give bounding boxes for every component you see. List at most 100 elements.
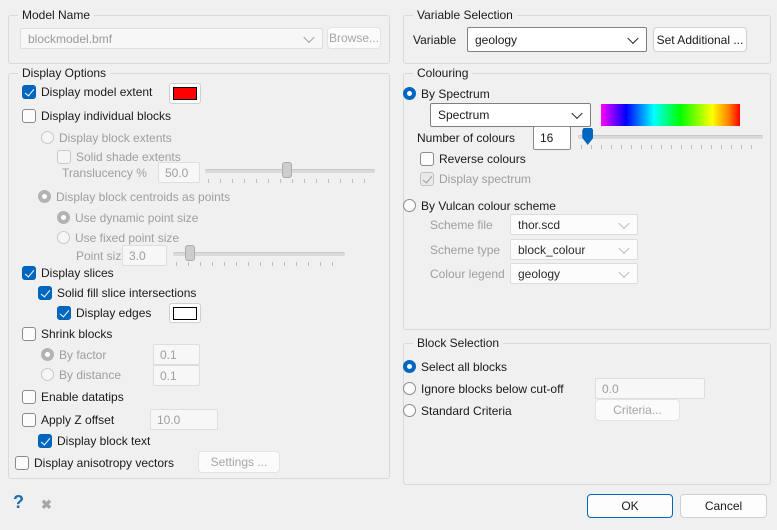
select-all-blocks-label: Select all blocks — [421, 360, 507, 374]
apply-z-offset-label: Apply Z offset — [41, 413, 114, 427]
model-file-value: blockmodel.bmf — [28, 32, 112, 46]
criteria-button: Criteria... — [595, 399, 680, 421]
by-distance-row: By distance — [41, 367, 121, 382]
model-extent-colour-button[interactable] — [169, 83, 201, 104]
apply-z-offset-checkbox[interactable] — [22, 413, 36, 427]
number-of-colours-label: Number of colours — [417, 131, 515, 145]
display-edges-row: Display edges — [57, 305, 151, 320]
point-size-slider — [173, 244, 345, 266]
block-model-display-dialog: Model Name blockmodel.bmf Browse... Disp… — [0, 0, 777, 530]
display-options-group-title: Display Options — [18, 66, 110, 80]
variable-selection-group-title: Variable Selection — [413, 8, 517, 22]
scheme-file-value: thor.scd — [518, 218, 560, 232]
apply-z-offset-row: Apply Z offset — [22, 412, 114, 427]
ignore-blocks-label: Ignore blocks below cut-off — [421, 382, 564, 396]
by-spectrum-label: By Spectrum — [421, 87, 490, 101]
spectrum-combobox[interactable]: Spectrum — [430, 103, 591, 127]
display-model-extent-row: Display model extent — [22, 84, 152, 99]
use-dynamic-point-size-label: Use dynamic point size — [75, 211, 198, 225]
point-size-label: Point size — [76, 249, 128, 263]
display-individual-blocks-row: Display individual blocks — [22, 108, 171, 123]
display-anisotropy-vectors-row: Display anisotropy vectors — [15, 455, 174, 470]
number-of-colours-slider[interactable] — [578, 127, 763, 149]
display-slices-row: Display slices — [22, 265, 114, 280]
translucency-input — [158, 162, 200, 183]
slider-track — [173, 252, 345, 256]
display-block-centroids-radio — [38, 190, 51, 203]
by-spectrum-radio[interactable] — [403, 87, 416, 100]
display-edges-checkbox[interactable] — [57, 306, 71, 320]
chevron-down-icon — [618, 242, 629, 253]
slider-thumb[interactable] — [582, 128, 593, 145]
slider-thumb — [282, 162, 292, 178]
standard-criteria-row: Standard Criteria — [403, 403, 512, 418]
slider-ticks — [581, 145, 760, 149]
model-file-combobox: blockmodel.bmf — [20, 28, 323, 49]
display-anisotropy-vectors-label: Display anisotropy vectors — [34, 456, 174, 470]
by-vulcan-colour-scheme-radio[interactable] — [403, 199, 416, 212]
anisotropy-settings-button: Settings ... — [198, 451, 280, 473]
slider-ticks — [208, 179, 372, 183]
by-vulcan-colour-scheme-label: By Vulcan colour scheme — [421, 199, 556, 213]
select-all-blocks-radio[interactable] — [403, 360, 416, 373]
chevron-down-icon — [627, 32, 638, 43]
edges-colour-swatch — [173, 307, 197, 320]
display-anisotropy-vectors-checkbox[interactable] — [15, 456, 29, 470]
colour-legend-label: Colour legend — [430, 267, 505, 281]
enable-datatips-row: Enable datatips — [22, 389, 124, 404]
display-block-extents-row: Display block extents — [41, 130, 172, 145]
number-of-colours-input[interactable] — [533, 126, 571, 150]
display-individual-blocks-label: Display individual blocks — [41, 109, 171, 123]
shrink-blocks-label: Shrink blocks — [41, 327, 112, 341]
by-spectrum-row: By Spectrum — [403, 86, 490, 101]
reverse-colours-label: Reverse colours — [439, 152, 526, 166]
display-block-text-checkbox[interactable] — [38, 434, 52, 448]
reverse-colours-checkbox[interactable] — [420, 152, 434, 166]
chevron-down-icon — [303, 31, 314, 42]
shrink-blocks-checkbox[interactable] — [22, 327, 36, 341]
model-extent-colour-swatch — [173, 87, 197, 100]
slider-ticks — [176, 262, 342, 266]
close-icon[interactable]: ✖ — [41, 497, 52, 513]
standard-criteria-radio[interactable] — [403, 404, 416, 417]
variable-combobox[interactable]: geology — [467, 27, 647, 52]
enable-datatips-label: Enable datatips — [41, 390, 124, 404]
chevron-down-icon — [571, 108, 582, 119]
set-additional-button[interactable]: Set Additional ... — [653, 27, 747, 52]
ignore-blocks-radio[interactable] — [403, 382, 416, 395]
cutoff-input — [595, 378, 705, 399]
z-offset-input — [150, 409, 218, 430]
model-name-group-title: Model Name — [18, 8, 94, 22]
display-block-text-row: Display block text — [38, 433, 150, 448]
scheme-type-combobox: block_colour — [510, 239, 638, 260]
block-selection-group-title: Block Selection — [413, 336, 503, 350]
by-vulcan-colour-scheme-row: By Vulcan colour scheme — [403, 198, 556, 213]
variable-value: geology — [475, 33, 517, 47]
spectrum-value: Spectrum — [438, 108, 489, 122]
display-model-extent-checkbox[interactable] — [22, 85, 36, 99]
by-distance-label: By distance — [59, 368, 121, 382]
reverse-colours-row: Reverse colours — [420, 151, 526, 166]
by-distance-radio — [41, 368, 54, 381]
help-icon[interactable]: ? — [13, 492, 24, 513]
enable-datatips-checkbox[interactable] — [22, 390, 36, 404]
point-size-input — [122, 245, 167, 266]
solid-fill-slice-intersections-checkbox[interactable] — [38, 286, 52, 300]
display-block-extents-radio — [41, 131, 54, 144]
display-block-centroids-row: Display block centroids as points — [38, 189, 230, 204]
slider-track — [578, 135, 763, 139]
ok-button[interactable]: OK — [587, 494, 673, 518]
colour-legend-value: geology — [518, 267, 560, 281]
variable-label: Variable — [413, 33, 456, 47]
display-spectrum-row: Display spectrum — [420, 171, 531, 186]
edges-colour-button[interactable] — [169, 303, 201, 323]
cancel-button[interactable]: Cancel — [680, 494, 767, 518]
display-model-extent-label: Display model extent — [41, 85, 152, 99]
display-individual-blocks-checkbox[interactable] — [22, 109, 36, 123]
by-factor-input — [153, 344, 200, 365]
scheme-type-value: block_colour — [518, 243, 585, 257]
browse-button: Browse... — [327, 27, 381, 49]
scheme-type-label: Scheme type — [430, 243, 500, 257]
display-slices-checkbox[interactable] — [22, 266, 36, 280]
solid-fill-slice-intersections-row: Solid fill slice intersections — [38, 285, 196, 300]
